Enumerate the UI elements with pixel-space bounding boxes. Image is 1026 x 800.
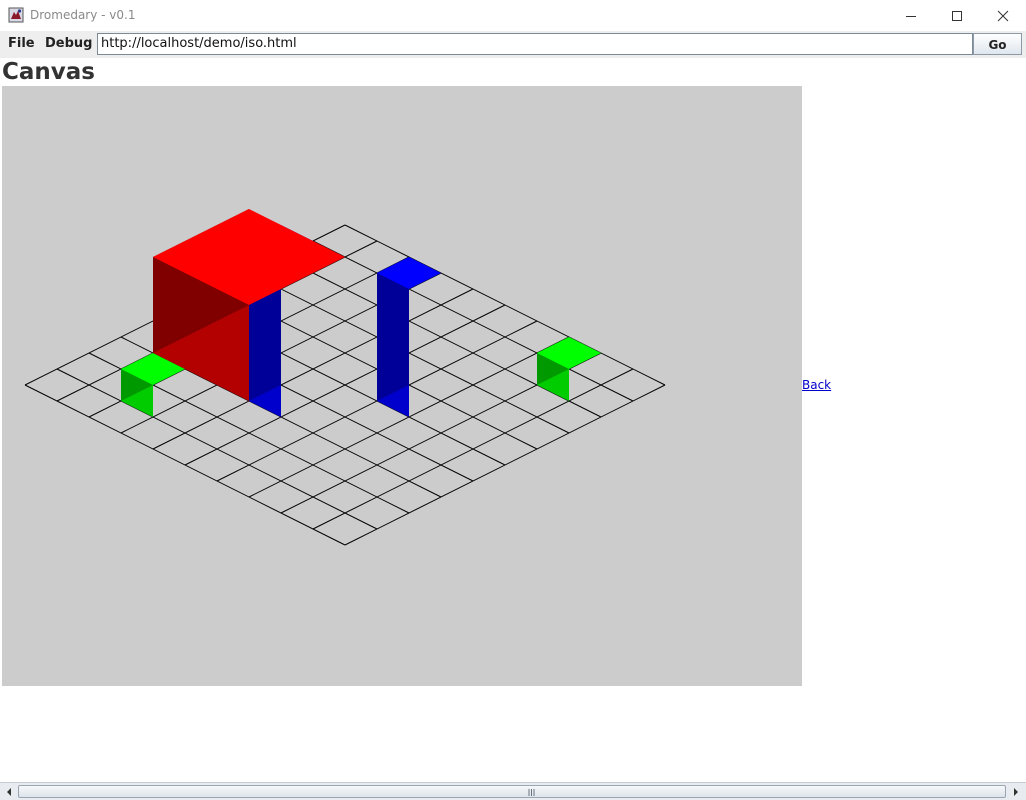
- menu-debug[interactable]: Debug: [45, 34, 92, 54]
- window-title: Dromedary - v0.1: [30, 8, 136, 22]
- scroll-right-button[interactable]: [1008, 783, 1024, 800]
- menu-file[interactable]: File: [8, 34, 35, 54]
- scrollbar-thumb[interactable]: [18, 785, 1006, 798]
- maximize-icon: [952, 10, 962, 21]
- chevron-left-icon: [7, 787, 11, 796]
- url-input[interactable]: http://localhost/demo/iso.html: [97, 33, 973, 55]
- back-link[interactable]: Back: [802, 378, 831, 392]
- close-icon: [997, 10, 1009, 21]
- minimize-icon: [906, 15, 916, 17]
- green-block-4: [537, 337, 601, 401]
- chevron-right-icon: [1014, 787, 1018, 796]
- blue-block-2: [377, 257, 441, 417]
- window-titlebar: Dromedary - v0.1: [0, 0, 1026, 31]
- iso-canvas[interactable]: [2, 86, 802, 686]
- dromedary-app-icon: [8, 7, 24, 23]
- maximize-button[interactable]: [934, 0, 980, 31]
- minimize-button[interactable]: [888, 0, 934, 31]
- horizontal-scrollbar[interactable]: [0, 782, 1026, 800]
- isometric-scene: [24, 209, 666, 546]
- scroll-left-button[interactable]: [1, 783, 17, 800]
- go-button[interactable]: Go: [973, 33, 1022, 55]
- grip-icon: [528, 789, 535, 796]
- red-block-5: [153, 209, 345, 401]
- page-title: Canvas: [2, 59, 95, 85]
- close-button[interactable]: [980, 0, 1026, 31]
